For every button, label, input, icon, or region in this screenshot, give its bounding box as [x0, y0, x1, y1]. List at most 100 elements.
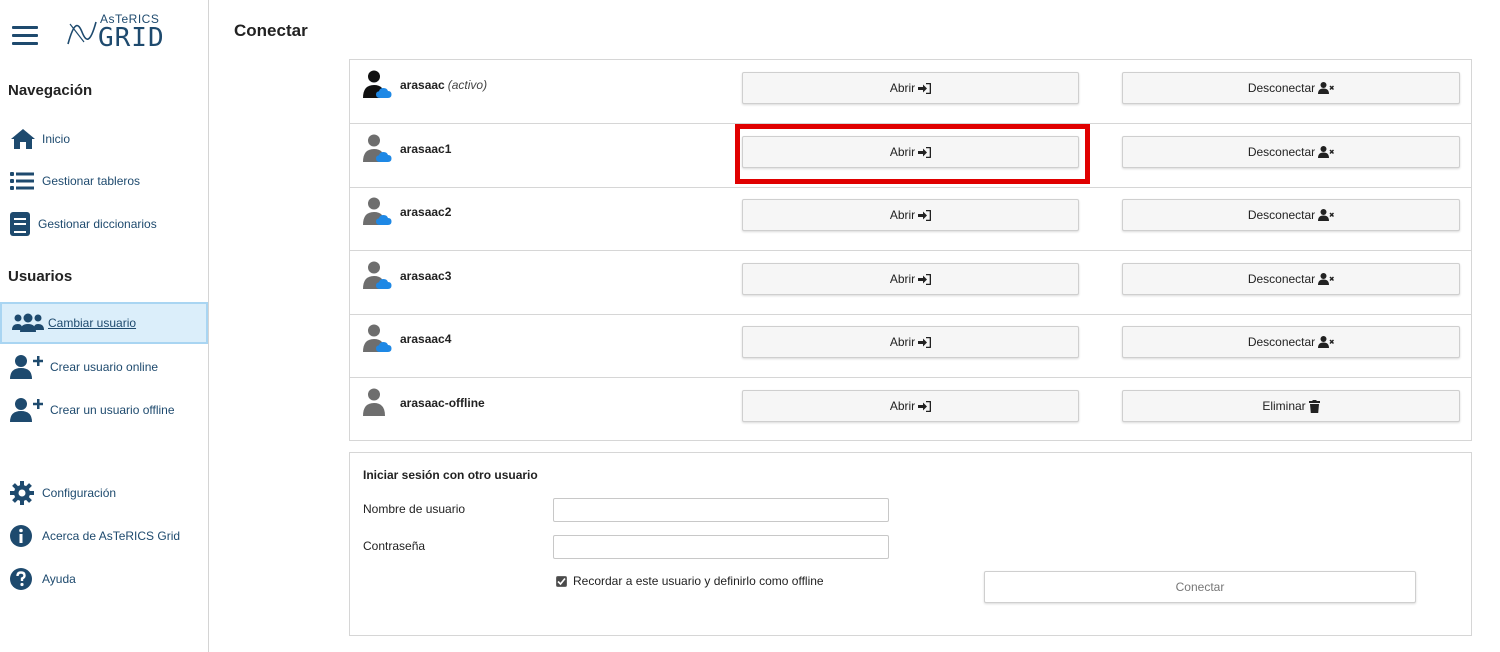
user-cloud-icon	[362, 261, 394, 291]
sign-in-icon	[918, 336, 932, 348]
open-button[interactable]: Abrir	[742, 72, 1079, 104]
sidebar-item-label: Cambiar usuario	[48, 316, 137, 330]
password-label: Contraseña	[363, 539, 426, 553]
user-plus-icon	[10, 396, 48, 424]
sidebar-item-label: Inicio	[42, 132, 71, 146]
sidebar-item-cambiar-usuario[interactable]: Cambiar usuario	[0, 302, 208, 344]
sidebar-item-label: Gestionar tableros	[42, 174, 141, 188]
open-button[interactable]: Abrir	[742, 390, 1079, 422]
user-row: arasaac (activo) Abrir Desconectar	[350, 60, 1471, 124]
user-row: arasaac3 Abrir Desconectar	[350, 251, 1471, 315]
user-remove-icon	[1318, 82, 1335, 94]
user-plus-icon	[10, 353, 48, 381]
username-label: Nombre de usuario	[363, 502, 466, 516]
second-button-label: Desconectar	[1247, 145, 1316, 159]
user-name: arasaac2	[400, 205, 454, 219]
gear-icon	[10, 479, 40, 507]
user-status: (activo)	[447, 78, 488, 92]
logo-main-text: GRID	[98, 23, 165, 53]
user-remove-icon	[1318, 146, 1335, 158]
remember-label: Recordar a este usuario y definirlo como…	[573, 574, 824, 588]
login-title: Iniciar sesión con otro usuario	[363, 468, 538, 482]
navigation-heading: Navegación	[8, 82, 93, 99]
user-name-text: arasaac-offline	[400, 396, 485, 410]
open-button[interactable]: Abrir	[742, 199, 1079, 231]
second-button-label: Desconectar	[1247, 335, 1316, 349]
user-name: arasaac3	[400, 269, 454, 283]
user-remove-icon	[1318, 273, 1335, 285]
sidebar-item-crear-usuario-offline[interactable]: Crear un usuario offline	[0, 389, 208, 431]
page-title: Conectar	[234, 21, 308, 40]
sidebar-item-label: Crear usuario online	[50, 360, 159, 374]
password-input[interactable]	[553, 535, 889, 559]
app-logo: AsTeRICS GRID	[66, 12, 176, 53]
user-name-text: arasaac3	[400, 269, 452, 283]
sidebar: AsTeRICS GRID Navegación Inicio Gestiona…	[0, 0, 209, 652]
sidebar-item-gestionar-tableros[interactable]: Gestionar tableros	[0, 160, 208, 202]
sign-in-icon	[918, 400, 932, 412]
delete-button[interactable]: Eliminar	[1122, 390, 1460, 422]
user-name-text: arasaac	[400, 78, 445, 92]
open-button-label: Abrir	[889, 145, 916, 159]
disconnect-button[interactable]: Desconectar	[1122, 72, 1460, 104]
user-name: arasaac4	[400, 332, 454, 346]
user-row: arasaac1 Abrir Desconectar	[350, 124, 1471, 188]
disconnect-button[interactable]: Desconectar	[1122, 326, 1460, 358]
open-button-label: Abrir	[889, 272, 916, 286]
user-remove-icon	[1318, 209, 1335, 221]
user-name: arasaac (activo)	[400, 78, 487, 92]
sidebar-item-label: Gestionar diccionarios	[38, 217, 157, 231]
sidebar-item-configuracion[interactable]: Configuración	[0, 472, 208, 514]
sidebar-item-label: Ayuda	[42, 572, 76, 586]
sign-in-icon	[918, 273, 932, 285]
sign-in-icon	[918, 209, 932, 221]
sidebar-item-ayuda[interactable]: Ayuda	[0, 558, 208, 600]
user-cloud-icon	[362, 324, 394, 354]
connect-button[interactable]: Conectar	[984, 571, 1416, 603]
open-button[interactable]: Abrir	[742, 263, 1079, 295]
second-button-label: Desconectar	[1247, 272, 1316, 286]
sign-in-icon	[918, 82, 932, 94]
open-button[interactable]: Abrir	[742, 326, 1079, 358]
logo-mark-icon	[67, 21, 97, 45]
open-button-label: Abrir	[889, 335, 916, 349]
username-input[interactable]	[553, 498, 889, 522]
disconnect-button[interactable]: Desconectar	[1122, 263, 1460, 295]
second-button-label: Desconectar	[1247, 208, 1316, 222]
sidebar-item-gestionar-diccionarios[interactable]: Gestionar diccionarios	[0, 203, 208, 245]
book-icon	[10, 210, 36, 238]
trash-icon	[1308, 399, 1320, 413]
open-button[interactable]: Abrir	[742, 136, 1079, 168]
disconnect-button[interactable]: Desconectar	[1122, 136, 1460, 168]
second-button-label: Eliminar	[1262, 399, 1306, 413]
user-name: arasaac1	[400, 142, 454, 156]
sidebar-item-inicio[interactable]: Inicio	[0, 118, 208, 160]
login-form: Iniciar sesión con otro usuario Nombre d…	[349, 452, 1472, 636]
user-list: arasaac (activo) Abrir Desconectar arasaac1 A…	[349, 59, 1472, 441]
disconnect-button[interactable]: Desconectar	[1122, 199, 1460, 231]
question-icon	[10, 565, 40, 593]
sidebar-item-crear-usuario-online[interactable]: Crear usuario online	[0, 346, 208, 388]
check-icon	[557, 577, 566, 585]
list-icon	[10, 167, 40, 195]
sidebar-item-label: Acerca de AsTeRICS Grid	[42, 529, 181, 543]
sign-in-icon	[918, 146, 932, 158]
users-heading: Usuarios	[8, 268, 73, 285]
user-cloud-icon	[362, 197, 394, 227]
user-cloud-icon	[362, 134, 394, 164]
user-row: arasaac2 Abrir Desconectar	[350, 187, 1471, 251]
user-remove-icon	[1318, 336, 1335, 348]
second-button-label: Desconectar	[1247, 81, 1316, 95]
user-name-text: arasaac2	[400, 205, 452, 219]
menu-icon[interactable]	[12, 26, 38, 45]
remember-checkbox[interactable]	[556, 575, 567, 587]
users-icon	[12, 309, 46, 337]
user-row: arasaac-offline Abrir Eliminar	[350, 378, 1471, 442]
user-name-text: arasaac1	[400, 142, 452, 156]
open-button-label: Abrir	[889, 81, 916, 95]
open-button-label: Abrir	[889, 208, 916, 222]
sidebar-item-acerca-de[interactable]: Acerca de AsTeRICS Grid	[0, 515, 208, 557]
info-icon	[10, 522, 40, 550]
open-button-label: Abrir	[889, 399, 916, 413]
user-row: arasaac4 Abrir Desconectar	[350, 314, 1471, 378]
